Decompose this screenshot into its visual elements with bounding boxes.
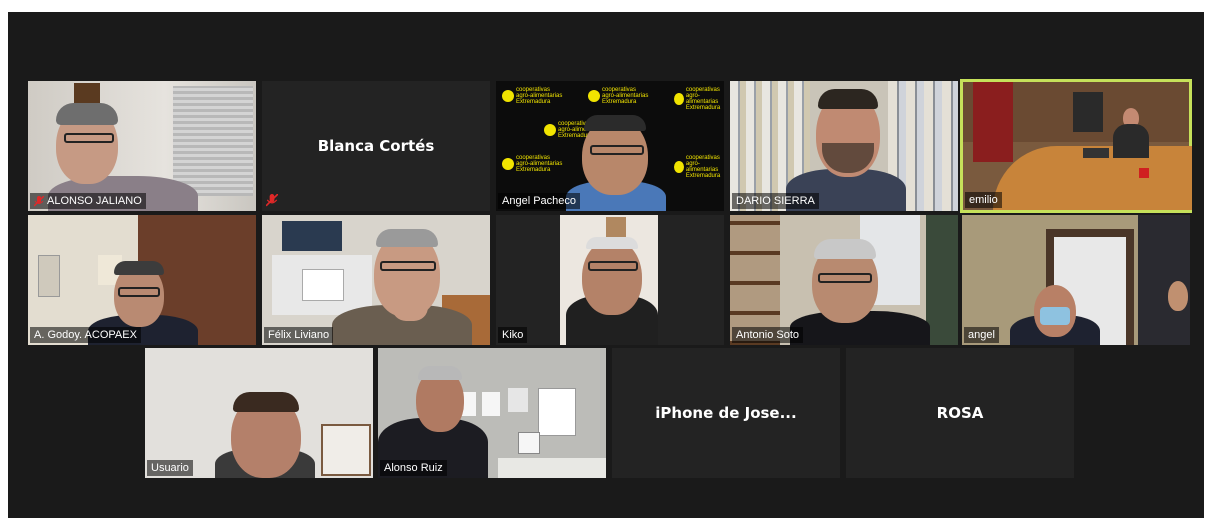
- participant-video: [963, 82, 1192, 210]
- muted-mic-icon: [34, 195, 44, 206]
- participant-name-label: Antonio Soto: [732, 327, 803, 343]
- participant-tile[interactable]: A. Godoy. ACOPAEX: [28, 215, 256, 345]
- participant-name-label: Kiko: [498, 327, 528, 343]
- participant-tile[interactable]: angel: [962, 215, 1190, 345]
- participant-name-label: emilio: [965, 192, 1002, 208]
- participant-tile[interactable]: Usuario: [145, 348, 373, 478]
- participant-name-label: Angel Pacheco: [498, 193, 580, 209]
- participant-tile[interactable]: ROSA: [846, 348, 1074, 478]
- cooperativas-logo: cooperativas agro-alimentarias Extremadura: [502, 87, 562, 105]
- participant-video: [730, 81, 958, 211]
- participant-tile[interactable]: DARIO SIERRA: [730, 81, 958, 211]
- participant-video: [28, 215, 256, 345]
- participant-name-label: angel: [964, 327, 999, 343]
- participant-video: [730, 215, 958, 345]
- participant-name-label: ALONSO JALIANO: [30, 193, 146, 209]
- participant-tile[interactable]: Alonso Ruiz: [378, 348, 606, 478]
- cooperativas-logo: cooperativas agro-alimentarias Extremadura: [502, 155, 562, 173]
- participant-name-label: DARIO SIERRA: [732, 193, 819, 209]
- participant-display-name: iPhone de Jose...: [655, 404, 797, 422]
- cooperativas-logo: cooperativas agro-alimentarias Extremadura: [588, 87, 648, 105]
- participant-tile[interactable]: ALONSO JALIANO: [28, 81, 256, 211]
- participant-tile[interactable]: Blanca Cortés: [262, 81, 490, 211]
- participant-video: cooperativas agro-alimentarias Extremadura…: [496, 81, 724, 211]
- participant-tile[interactable]: Félix Liviano: [262, 215, 490, 345]
- cooperativas-logo: cooperativas agro-alimentarias Extremadura: [674, 87, 724, 111]
- participant-tile-active-speaker[interactable]: emilio: [960, 79, 1192, 213]
- participant-tile[interactable]: cooperativas agro-alimentarias Extremadura…: [496, 81, 724, 211]
- participant-video: [28, 81, 256, 211]
- participant-video: [496, 215, 724, 345]
- cooperativas-logo: cooperativas agro-alimentarias Extremadura: [674, 155, 724, 179]
- participant-name-label: Usuario: [147, 460, 193, 476]
- participant-display-name: Blanca Cortés: [317, 137, 435, 155]
- meeting-gallery-view: ALONSO JALIANO Blanca Cortés cooperativa…: [8, 12, 1204, 518]
- participant-video: [962, 215, 1190, 345]
- participant-tile[interactable]: Antonio Soto: [730, 215, 958, 345]
- participant-video: [145, 348, 373, 478]
- participant-video: [262, 215, 490, 345]
- participant-name-label: Alonso Ruiz: [380, 460, 447, 476]
- participant-display-name: ROSA: [936, 404, 984, 422]
- participant-name-label: Félix Liviano: [264, 327, 334, 343]
- participant-tile[interactable]: Kiko: [496, 215, 724, 345]
- participant-video: [378, 348, 606, 478]
- muted-mic-icon: [266, 194, 278, 207]
- participant-tile[interactable]: iPhone de Jose...: [612, 348, 840, 478]
- participant-name-label: A. Godoy. ACOPAEX: [30, 327, 141, 343]
